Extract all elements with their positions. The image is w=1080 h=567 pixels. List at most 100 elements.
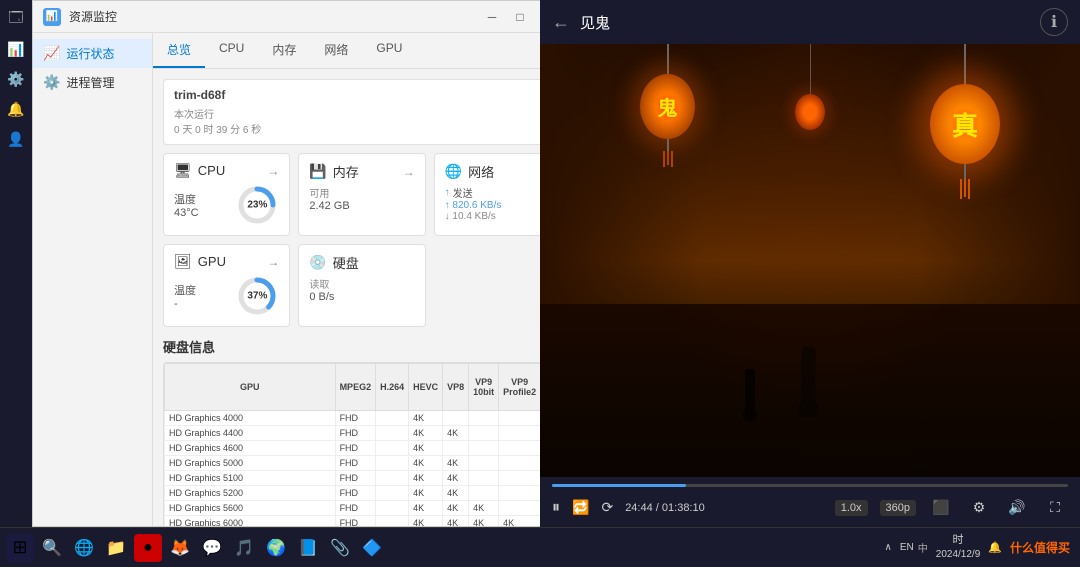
table-row: HD Graphics 5600FHD4K4K4K <box>165 501 562 516</box>
th-vp9-10bit: VP910bit <box>469 364 499 411</box>
gpu-card[interactable]: 🖼 GPU → 温度 - <box>163 244 290 327</box>
firefox-button[interactable]: 🦊 <box>166 534 194 562</box>
progress-bar-fill <box>552 484 686 487</box>
sidebar: 📈 运行状态 ⚙️ 进程管理 <box>33 33 153 526</box>
memory-card-title: 💾 内存 <box>309 162 358 181</box>
time-clock: 时 <box>936 533 981 548</box>
left-icon-1[interactable]: 🗔 <box>3 6 29 32</box>
video-back-button[interactable]: ← <box>552 12 570 33</box>
window-icon: 📊 <box>43 8 61 26</box>
time-current: 24:44 <box>625 502 653 514</box>
network-card-header: 🌐 网络 → <box>445 162 550 181</box>
chat-button[interactable]: 💬 <box>198 534 226 562</box>
cpu-donut-chart: 23% <box>235 183 279 227</box>
lantern-char-left: 鬼 <box>658 92 678 121</box>
cpu-card[interactable]: 🖥 CPU → 温度 43°C <box>163 153 290 236</box>
taskbar-left: ⊞ 🔍 🌐 📁 ● 🦊 💬 🎵 🌍 📘 📎 🔷 <box>0 534 392 562</box>
disk-info: 读取 0 B/s <box>309 276 414 303</box>
table-row: HD Graphics 6000FHD4K4K4K4K <box>165 516 562 527</box>
ime-indicator[interactable]: 中 <box>918 540 928 555</box>
send-label: 发送 <box>453 185 473 200</box>
memory-icon: 💾 <box>309 163 326 180</box>
subtitle-button[interactable]: ⬛ <box>928 495 954 521</box>
gpu-donut-chart: 37% <box>235 274 279 318</box>
memory-label: 内存 <box>333 162 359 181</box>
sidebar-item-processes[interactable]: ⚙️ 进程管理 <box>33 68 152 97</box>
sidebar-item-processes-label: 进程管理 <box>66 74 114 91</box>
volume-button[interactable]: 🔊 <box>1004 495 1030 521</box>
datetime-display[interactable]: 时 2024/12/9 <box>936 533 981 562</box>
disk-card-title: 💿 硬盘 <box>309 253 358 272</box>
video-info-button[interactable]: ℹ <box>1040 8 1068 36</box>
sidebar-item-status-label: 运行状态 <box>66 45 114 62</box>
network-label: 网络 <box>468 162 494 181</box>
cpu-label: CPU <box>198 163 225 178</box>
left-icon-5[interactable]: 👤 <box>3 126 29 152</box>
refresh-button[interactable]: ⟳ <box>601 499 613 516</box>
globe-button[interactable]: 🌍 <box>262 534 290 562</box>
table-row: HD Graphics 5100FHD4K4K <box>165 471 562 486</box>
fullscreen-button[interactable]: ⛶ <box>1042 495 1068 521</box>
lantern-char-right: 真 <box>952 106 978 143</box>
play-pause-button[interactable]: ⏸ <box>552 499 560 517</box>
sys-tray: EN 中 <box>900 540 928 555</box>
disk-label: 硬盘 <box>333 253 359 272</box>
minimize-button[interactable]: ─ <box>479 4 505 30</box>
clip-button[interactable]: 📎 <box>326 534 354 562</box>
tab-bar: 总览 CPU 内存 网络 GPU <box>153 33 571 69</box>
table-row: HD Graphics 4000FHD4K <box>165 411 562 426</box>
speed-badge[interactable]: 1.0x <box>835 500 868 516</box>
disk-card[interactable]: 💿 硬盘 读取 0 B/s <box>298 244 425 327</box>
lang-indicator[interactable]: EN <box>900 542 914 553</box>
sidebar-item-status[interactable]: 📈 运行状态 <box>33 39 152 68</box>
extra-button[interactable]: 🔷 <box>358 534 386 562</box>
gpu-temp-label: 温度 <box>174 282 235 298</box>
table-header-row: GPU MPEG2 H.264 HEVC VP8 VP910bit VP9Pro… <box>165 364 562 411</box>
fb-button[interactable]: 📘 <box>294 534 322 562</box>
machine-name: trim-d68f <box>174 88 550 102</box>
cpu-card-title: 🖥 CPU <box>174 162 225 179</box>
left-icon-2[interactable]: 📊 <box>3 36 29 62</box>
recv-value: ↓ 10.4 KB/s <box>445 211 550 222</box>
memory-card[interactable]: 💾 内存 → 可用 2.42 GB <box>298 153 425 236</box>
cpu-card-body: 温度 43°C 23% <box>174 183 279 227</box>
cpu-arrow-icon: → <box>267 164 279 178</box>
disk-icon: 💿 <box>309 254 326 271</box>
tab-overview[interactable]: 总览 <box>153 33 205 68</box>
search-button[interactable]: 🔍 <box>38 534 66 562</box>
tab-network[interactable]: 网络 <box>310 33 362 68</box>
video-player-window: ← 见鬼 ℹ 真 <box>540 0 1080 527</box>
send-arrow-icon: ↑ <box>445 187 450 198</box>
memory-info: 可用 2.42 GB <box>309 185 414 212</box>
files-button[interactable]: 📁 <box>102 534 130 562</box>
settings-button[interactable]: ⚙ <box>966 495 992 521</box>
main-content: 总览 CPU 内存 网络 GPU trim-d68f 本次运行 0 天 0 时 … <box>153 33 571 526</box>
gpu-label: GPU <box>198 254 226 269</box>
gpu-temp-value: - <box>174 298 235 310</box>
controls-row: ⏸ 🔁 ⟳ 24:44 / 01:38:10 1.0x 360p ⬛ ⚙ 🔊 ⛶ <box>552 495 1068 521</box>
maximize-button[interactable]: □ <box>507 4 533 30</box>
process-icon: ⚙️ <box>43 74 60 91</box>
gpu-arrow-icon: → <box>267 255 279 269</box>
start-button[interactable]: ⊞ <box>6 534 34 562</box>
progress-bar[interactable] <box>552 484 1068 487</box>
video-controls: ⏸ 🔁 ⟳ 24:44 / 01:38:10 1.0x 360p ⬛ ⚙ 🔊 ⛶ <box>540 477 1080 527</box>
send-value: ↑ 820.6 KB/s <box>445 200 550 211</box>
sys-tray-up-arrow[interactable]: ∧ <box>885 542 892 553</box>
network-card-title: 🌐 网络 <box>445 162 494 181</box>
video-title: 见鬼 <box>580 12 1030 33</box>
notification-button[interactable]: 🔔 <box>988 541 1002 554</box>
network-info: ↑ 发送 ↑ 820.6 KB/s ↓ 10.4 KB/s <box>445 185 550 222</box>
browser-button[interactable]: 🌐 <box>70 534 98 562</box>
date-display: 2024/12/9 <box>936 548 981 562</box>
network-rows: ↑ 发送 <box>445 185 550 200</box>
tab-cpu[interactable]: CPU <box>205 33 258 68</box>
tab-gpu[interactable]: GPU <box>362 33 416 68</box>
tab-memory[interactable]: 内存 <box>258 33 310 68</box>
loop-button[interactable]: 🔁 <box>572 499 589 516</box>
left-icon-3[interactable]: ⚙️ <box>3 66 29 92</box>
quality-badge[interactable]: 360p <box>880 500 916 516</box>
taskbar-icon-red[interactable]: ● <box>134 534 162 562</box>
music-button[interactable]: 🎵 <box>230 534 258 562</box>
left-icon-4[interactable]: 🔔 <box>3 96 29 122</box>
